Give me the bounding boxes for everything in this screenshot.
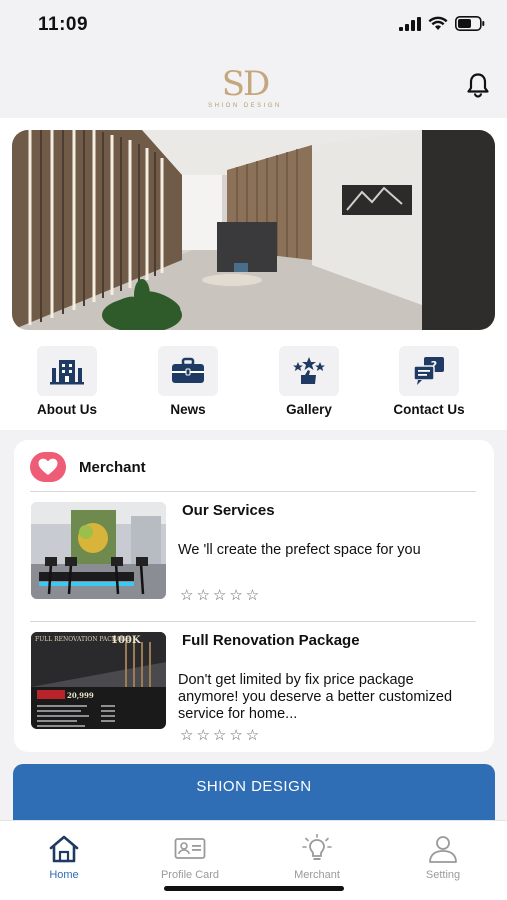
- tab-setting[interactable]: Setting: [393, 835, 493, 881]
- app-header: SD SHION DESIGN: [0, 52, 507, 118]
- item-title: Full Renovation Package: [182, 632, 360, 649]
- lightbulb-icon: [302, 834, 332, 860]
- divider: [30, 621, 476, 622]
- tab-label: Home: [49, 869, 79, 881]
- quick-link-about-us[interactable]: About Us: [7, 346, 127, 417]
- status-icons: [399, 16, 485, 31]
- hero-section: About Us News Gallery ? Contact Us: [0, 118, 507, 430]
- item-thumbnail: FULL RENOVATION PACKAGE 100K 20,999 SD: [31, 632, 166, 729]
- item-description: Don't get limited by fix price package a…: [178, 672, 453, 722]
- merchant-card: Merchant Our Services We 'll create the …: [14, 440, 494, 752]
- merchant-item-our-services[interactable]: Our Services We 'll create the prefect s…: [30, 502, 476, 604]
- person-icon: [429, 836, 457, 863]
- merchant-title: Merchant: [79, 458, 146, 476]
- id-card-icon: [174, 838, 206, 859]
- heart-badge: [30, 452, 66, 482]
- tab-label: Setting: [425, 869, 461, 881]
- battery-icon: [455, 16, 485, 31]
- thumb-price-small: 20,999: [67, 691, 94, 700]
- quick-link-contact-us[interactable]: ? Contact Us: [369, 346, 489, 417]
- hero-banner-image[interactable]: [12, 130, 495, 330]
- status-bar: 11:09: [0, 0, 507, 52]
- star-thumbs-icon: [293, 357, 325, 384]
- quick-link-label: News: [170, 402, 206, 417]
- item-thumbnail: [31, 502, 166, 599]
- thumb-price-big: 100K: [111, 635, 141, 646]
- item-title: Our Services: [182, 502, 275, 519]
- chat-question-icon: ?: [413, 357, 444, 385]
- quick-link-label: Gallery: [286, 402, 332, 417]
- heart-icon: [38, 458, 58, 475]
- tab-label: Profile Card: [160, 869, 220, 881]
- briefcase-icon: [172, 357, 204, 383]
- divider: [30, 491, 476, 492]
- quick-link-label: About Us: [37, 402, 97, 417]
- interior-photo: [12, 130, 495, 330]
- home-indicator: [164, 886, 344, 891]
- notification-button[interactable]: [466, 72, 490, 98]
- tab-profile-card[interactable]: Profile Card: [140, 835, 240, 881]
- quick-links: About Us News Gallery ? Contact Us: [0, 346, 507, 418]
- tab-home[interactable]: Home: [14, 835, 114, 881]
- logo-subtitle: SHION DESIGN: [208, 103, 282, 109]
- merchant-item-full-renovation-package[interactable]: FULL RENOVATION PACKAGE 100K 20,999 SD F…: [30, 632, 476, 744]
- brand-logo: SD SHION DESIGN: [200, 66, 290, 114]
- signal-icon: [399, 16, 421, 31]
- shion-design-button[interactable]: SHION DESIGN: [13, 764, 495, 822]
- tab-merchant[interactable]: Merchant: [267, 834, 367, 881]
- quick-link-gallery[interactable]: Gallery: [249, 346, 369, 417]
- status-time: 11:09: [38, 14, 89, 35]
- star-rating: ☆☆☆☆☆: [180, 587, 263, 604]
- quick-link-news[interactable]: News: [128, 346, 248, 417]
- star-rating: ☆☆☆☆☆: [180, 727, 263, 744]
- item-description: We 'll create the prefect space for you: [178, 542, 421, 558]
- wifi-icon: [428, 16, 448, 30]
- merchant-header: Merchant: [30, 450, 146, 484]
- logo-mark: SD: [221, 64, 271, 104]
- home-icon: [49, 835, 79, 863]
- building-icon: [50, 360, 84, 385]
- bell-icon: [467, 73, 489, 98]
- quick-link-label: Contact Us: [393, 402, 465, 417]
- tab-label: Merchant: [294, 869, 340, 881]
